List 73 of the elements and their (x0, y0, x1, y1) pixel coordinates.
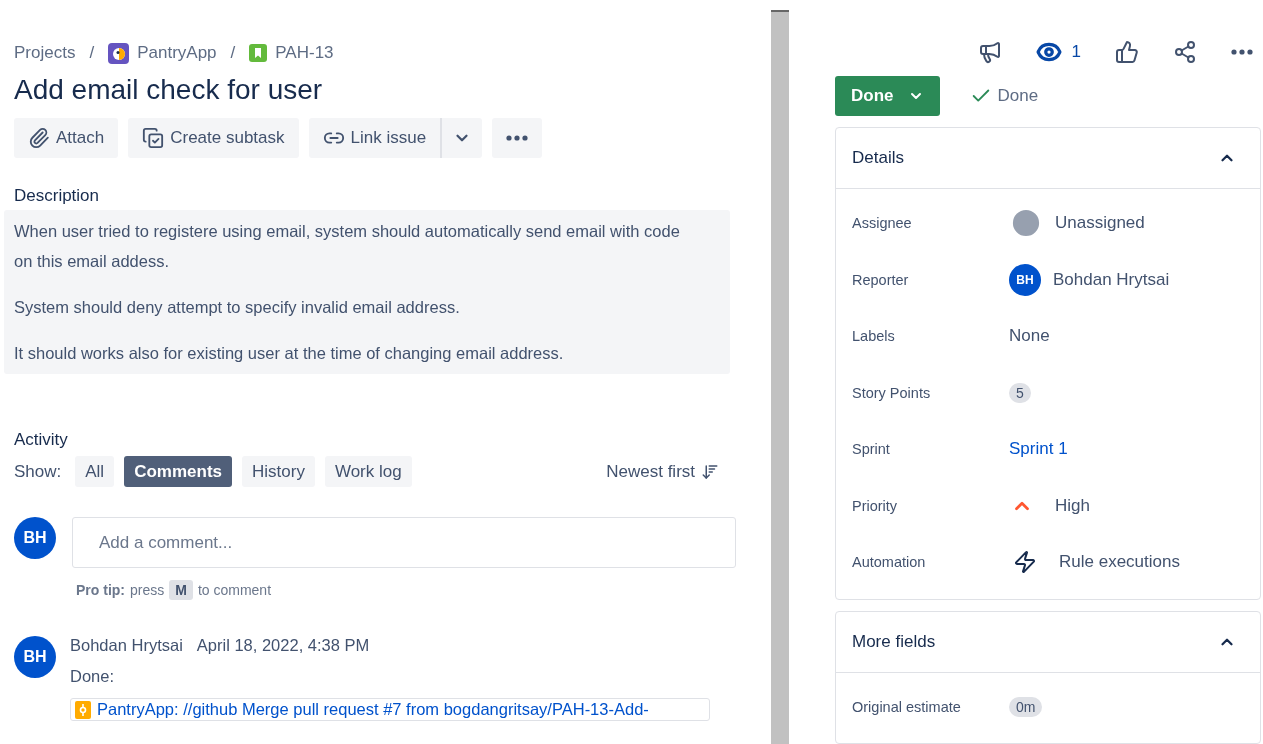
panel-header[interactable]: More fields (836, 611, 1260, 673)
description-paragraph: When user tried to registere using email, system should automatically send email with code on this email addess. (14, 221, 681, 272)
user-avatar: BH (1009, 263, 1041, 296)
project-avatar-icon (108, 42, 130, 64)
more-icon (1231, 49, 1253, 55)
action-button[interactable]: Link issue (308, 118, 441, 158)
field-label: Story Points (852, 384, 932, 401)
description-paragraph: System should deny attempt to specify invalid email address. (14, 297, 461, 318)
breadcrumb-link[interactable]: PAH-13 (249, 43, 334, 63)
keyboard-key: M (169, 580, 193, 600)
feedback-button[interactable] (977, 40, 1002, 64)
field-label: Assignee (852, 215, 913, 232)
breadcrumb-separator: / (89, 43, 95, 63)
tip-text: press (130, 582, 165, 598)
field-label: Original estimate (852, 698, 962, 715)
more-button[interactable] (492, 118, 543, 158)
resolution-text: Done (997, 86, 1039, 106)
filter-tab[interactable]: History (242, 456, 315, 487)
subtask-icon (142, 127, 165, 149)
status-button[interactable]: Done (835, 76, 940, 116)
show-label: Show: (14, 461, 62, 482)
panel-title: More fields (852, 631, 936, 652)
like-button[interactable] (1115, 40, 1139, 64)
field-label: Reporter (852, 271, 910, 288)
commit-icon (75, 700, 91, 719)
panel-title: Details (852, 148, 904, 168)
user-avatar: BH (14, 517, 56, 559)
action-button[interactable]: Create subtask (128, 118, 299, 158)
breadcrumb-link[interactable]: PantryApp (108, 42, 217, 64)
watch-button[interactable]: 1 (1035, 39, 1081, 65)
action-button[interactable]: Attach (14, 118, 119, 158)
field-label: Priority (852, 497, 899, 514)
field-value: None (1009, 326, 1051, 347)
filter-tab[interactable]: Work log (324, 456, 412, 487)
scrollbar[interactable] (771, 10, 789, 744)
paperclip-icon (28, 127, 50, 149)
lightning-icon (1013, 550, 1037, 575)
comment-text: Done: (70, 667, 116, 686)
field-label: Sprint (852, 441, 891, 458)
filter-tab[interactable]: Comments (124, 456, 232, 487)
description-paragraph: It should works also for existing user at the time of changing email address. (14, 343, 565, 364)
more-button[interactable] (1231, 49, 1253, 55)
field-value: Bohdan Hrytsai (1053, 269, 1170, 290)
breadcrumb-link[interactable]: Projects (14, 43, 76, 63)
field-value: High (1055, 495, 1090, 516)
issue-title: Add email check for user (14, 74, 324, 106)
sort-button[interactable]: Newest first (600, 460, 726, 483)
share-button[interactable] (1173, 40, 1197, 64)
section-heading: Activity (14, 430, 69, 450)
commit-link[interactable]: PantryApp: //github Merge pull request #7 from bogdangritsay/PAH-13-Add- (70, 698, 710, 721)
tip-label: Pro tip: (76, 582, 125, 598)
field-badge: 0m (1009, 696, 1043, 717)
comment-author: Bohdan Hrytsai (70, 636, 183, 655)
filter-tab[interactable]: All (75, 456, 115, 487)
comment-input[interactable]: Add a comment... (72, 517, 736, 568)
field-value: Unassigned (1055, 213, 1145, 234)
thumbs-up-icon (1115, 40, 1139, 64)
story-icon (249, 44, 268, 62)
field-label: Automation (852, 554, 927, 571)
field-label: Labels (852, 328, 896, 345)
megaphone-icon (977, 40, 1002, 64)
field-value: Rule executions (1059, 552, 1180, 573)
section-heading: Description (14, 186, 101, 206)
breadcrumb-separator: / (230, 43, 236, 63)
field-badge: 5 (1009, 382, 1031, 403)
comment-date: April 18, 2022, 4:38 PM (196, 636, 370, 655)
more-icon (506, 135, 529, 141)
panel-header[interactable]: Details (836, 128, 1260, 189)
sprint-link[interactable]: Sprint 1 (1009, 439, 1068, 460)
share-icon (1173, 40, 1197, 64)
user-avatar: BH (14, 636, 56, 678)
tip-text: to comment (197, 582, 272, 598)
sort-icon (701, 462, 720, 481)
